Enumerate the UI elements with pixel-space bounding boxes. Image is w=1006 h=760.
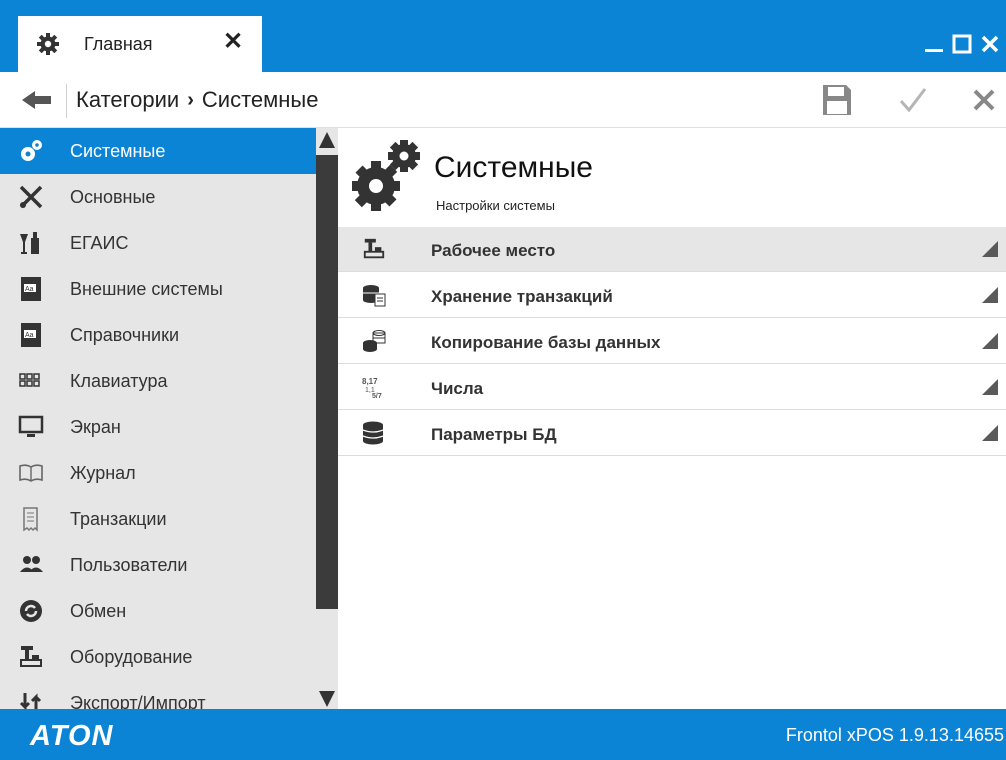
gears-icon: [18, 138, 44, 164]
sidebar-item-journal[interactable]: Журнал: [0, 450, 316, 496]
breadcrumb-separator: ›: [187, 88, 194, 111]
list-item-db-parameters[interactable]: Параметры БД: [338, 411, 1006, 456]
svg-text:5/7: 5/7: [372, 393, 382, 399]
tab-main[interactable]: Главная ✕: [18, 16, 262, 72]
tools-icon: [18, 184, 44, 210]
sidebar-item-label: Системные: [70, 141, 166, 161]
pos-terminal-icon: [362, 237, 386, 261]
list-item-workplace[interactable]: Рабочее место: [338, 227, 1006, 272]
sidebar-item-label: Клавиатура: [70, 371, 168, 391]
sidebar-item-label: Основные: [70, 187, 156, 207]
sidebar-item-users[interactable]: Пользователи: [0, 542, 316, 588]
close-window-icon[interactable]: [980, 34, 1000, 54]
main-content: Системные Настройки системы Рабочее мест…: [338, 128, 1006, 709]
database-icon: [362, 421, 386, 445]
sidebar-item-export-import[interactable]: Экспорт/Импорт: [0, 680, 316, 709]
sidebar-item-screen[interactable]: Экран: [0, 404, 316, 450]
scroll-down-icon[interactable]: [318, 690, 336, 708]
book-icon: Aa: [18, 322, 44, 348]
sidebar-item-label: Пользователи: [70, 555, 188, 575]
list-item-numbers[interactable]: 8,17 1,1 5/7 Числа: [338, 365, 1006, 410]
sidebar-item-directories[interactable]: Aa Справочники: [0, 312, 316, 358]
breadcrumb-current: Системные: [201, 87, 319, 112]
expand-corner-icon: [982, 425, 998, 441]
brand-logo: ATON: [30, 720, 114, 752]
database-copy-icon: [362, 329, 386, 353]
svg-text:Aa: Aa: [25, 286, 34, 293]
sidebar-item-egais[interactable]: ЕГАИС: [0, 220, 316, 266]
status-bar: ATON Frontol xPOS 1.9.13.14655: [0, 709, 1006, 760]
sidebar-item-label: Транзакции: [70, 509, 167, 529]
window-controls: [924, 34, 1000, 54]
list-item-transaction-storage[interactable]: Хранение транзакций: [338, 273, 1006, 318]
minimize-icon[interactable]: [924, 34, 944, 54]
expand-corner-icon: [982, 241, 998, 257]
tab-main-label: Главная: [84, 34, 153, 54]
svg-text:Aa: Aa: [25, 332, 34, 339]
sidebar-item-external-systems[interactable]: Aa Внешние системы: [0, 266, 316, 312]
sidebar: Системные Основные ЕГАИС Aa Внешние сист…: [0, 128, 316, 709]
journal-icon: [18, 460, 44, 486]
sidebar-item-label: Внешние системы: [70, 279, 223, 299]
scroll-up-icon[interactable]: [318, 131, 336, 149]
sidebar-item-exchange[interactable]: Обмен: [0, 588, 316, 634]
scroll-thumb[interactable]: [316, 155, 338, 609]
receipt-icon: [18, 506, 44, 532]
sidebar-item-transactions[interactable]: Транзакции: [0, 496, 316, 542]
exchange-icon: [18, 598, 44, 624]
list-item-label: Числа: [431, 379, 484, 398]
tab-close-icon[interactable]: ✕: [223, 30, 243, 54]
list-item-label: Хранение транзакций: [431, 287, 613, 306]
list-item-label: Копирование базы данных: [431, 333, 661, 352]
breadcrumb-bar: Категории › Системные: [0, 72, 1006, 128]
sidebar-item-label: Обмен: [70, 601, 127, 621]
expand-corner-icon: [982, 287, 998, 303]
title-bar: Главная ✕: [0, 0, 1006, 72]
svg-text:8,17: 8,17: [362, 377, 378, 386]
numbers-icon: 8,17 1,1 5/7: [362, 375, 386, 400]
sidebar-item-label: Справочники: [70, 325, 180, 345]
export-import-icon: [18, 690, 44, 709]
sidebar-item-label: Оборудование: [70, 647, 193, 667]
sidebar-item-keyboard[interactable]: Клавиатура: [0, 358, 316, 404]
apply-button[interactable]: [898, 86, 928, 119]
breadcrumb-parent[interactable]: Категории: [76, 87, 179, 113]
breadcrumb: Категории › Системные: [76, 87, 318, 113]
page-title: Системные: [434, 151, 593, 184]
pos-terminal-icon: [18, 644, 44, 670]
sidebar-item-basic[interactable]: Основные: [0, 174, 316, 220]
expand-corner-icon: [982, 379, 998, 395]
keyboard-icon: [18, 368, 44, 394]
sidebar-item-equipment[interactable]: Оборудование: [0, 634, 316, 680]
gear-icon: [36, 32, 60, 56]
gears-icon: [352, 136, 424, 221]
sidebar-item-label: Журнал: [70, 463, 136, 483]
maximize-icon[interactable]: [952, 34, 972, 54]
cancel-button[interactable]: [972, 88, 996, 117]
database-doc-icon: [362, 283, 386, 307]
sidebar-item-label: ЕГАИС: [70, 233, 129, 253]
save-button[interactable]: [822, 84, 852, 121]
book-icon: Aa: [18, 276, 44, 302]
list-item-label: Параметры БД: [431, 425, 557, 444]
divider: [66, 84, 67, 118]
page-subtitle: Настройки системы: [436, 198, 555, 213]
expand-corner-icon: [982, 333, 998, 349]
users-icon: [18, 552, 44, 578]
sidebar-item-label: Экран: [70, 417, 121, 437]
version-label: Frontol xPOS 1.9.13.14655: [785, 725, 1004, 745]
sidebar-item-system[interactable]: Системные: [0, 128, 316, 174]
list-item-label: Рабочее место: [431, 241, 556, 260]
bottles-icon: [18, 230, 44, 256]
monitor-icon: [18, 414, 44, 440]
back-arrow-icon[interactable]: [22, 88, 52, 117]
list-item-database-copy[interactable]: Копирование базы данных: [338, 319, 1006, 364]
sidebar-item-label: Экспорт/Импорт: [70, 693, 206, 709]
